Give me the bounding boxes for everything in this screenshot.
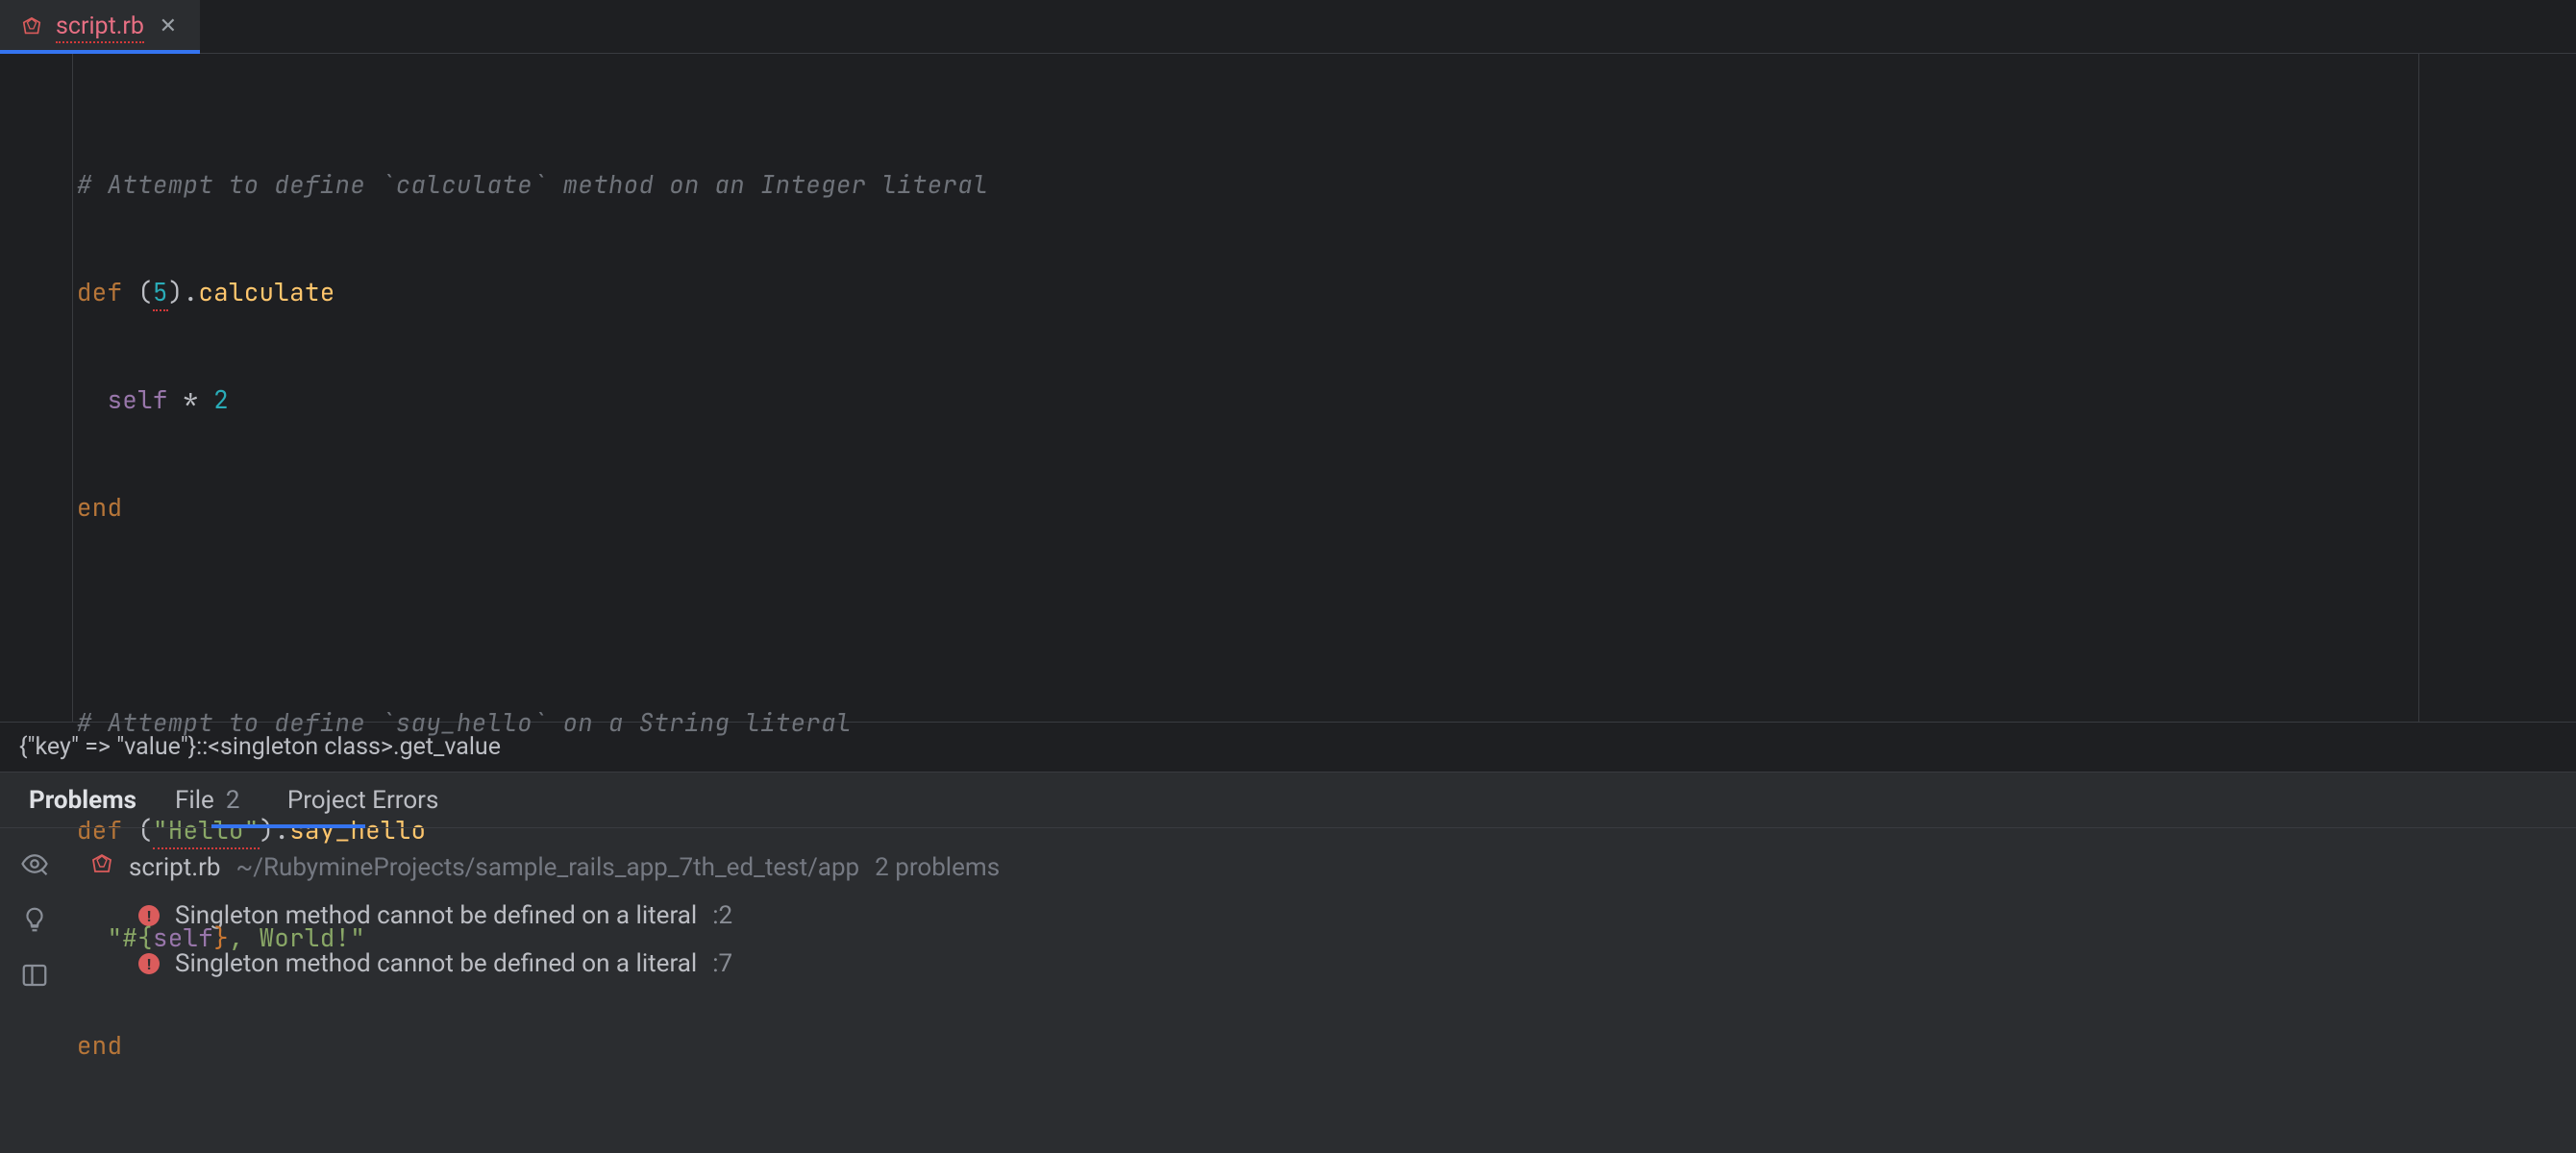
code-comment: # Attempt to define `calculate` method o… [77, 168, 988, 201]
editor-tabbar: script.rb ✕ [0, 0, 2576, 54]
code-paren: ) [168, 276, 184, 308]
tab-project-errors[interactable]: Project Errors [287, 786, 439, 815]
ruby-file-icon [21, 16, 42, 37]
code-editor[interactable]: # Attempt to define `calculate` method o… [0, 54, 2576, 723]
editor-gutter [0, 54, 73, 722]
layout-icon[interactable] [20, 961, 49, 990]
tab-file-label: File [175, 786, 214, 815]
code-number: 2 [213, 383, 229, 416]
lightbulb-icon[interactable] [20, 905, 49, 934]
code-keyword-self: self [108, 383, 168, 416]
editor-tab-filename: script.rb [56, 12, 144, 40]
code-interp: } [213, 921, 229, 954]
code-dot: . [184, 276, 199, 308]
code-string: , World!" [229, 921, 365, 954]
code-paren: ( [137, 276, 153, 308]
tab-file-count: 2 [226, 786, 249, 815]
code-operator: * [168, 383, 213, 416]
close-icon[interactable]: ✕ [158, 16, 179, 37]
eye-icon[interactable] [20, 849, 49, 878]
code-method: calculate [198, 276, 334, 308]
code-keyword: def [77, 276, 122, 308]
tab-file[interactable]: File 2 [175, 786, 249, 815]
code-number: 5 [153, 276, 168, 308]
tab-problems-label: Problems [29, 786, 136, 815]
code-keyword: end [77, 491, 122, 524]
problems-panel-tabs: Problems File 2 Project Errors [0, 773, 2576, 828]
code-keyword-self: self [153, 921, 213, 954]
tab-project-errors-label: Project Errors [287, 786, 439, 815]
code-string: "#{ [108, 921, 153, 954]
editor-content[interactable]: # Attempt to define `calculate` method o… [73, 54, 2576, 722]
tab-problems[interactable]: Problems [29, 786, 136, 815]
code-keyword: end [77, 1029, 122, 1062]
editor-tab-script-rb[interactable]: script.rb ✕ [0, 0, 200, 53]
code-comment: # Attempt to define `say_hello` on a Str… [77, 706, 852, 739]
problems-panel-sidebar [0, 828, 69, 1153]
